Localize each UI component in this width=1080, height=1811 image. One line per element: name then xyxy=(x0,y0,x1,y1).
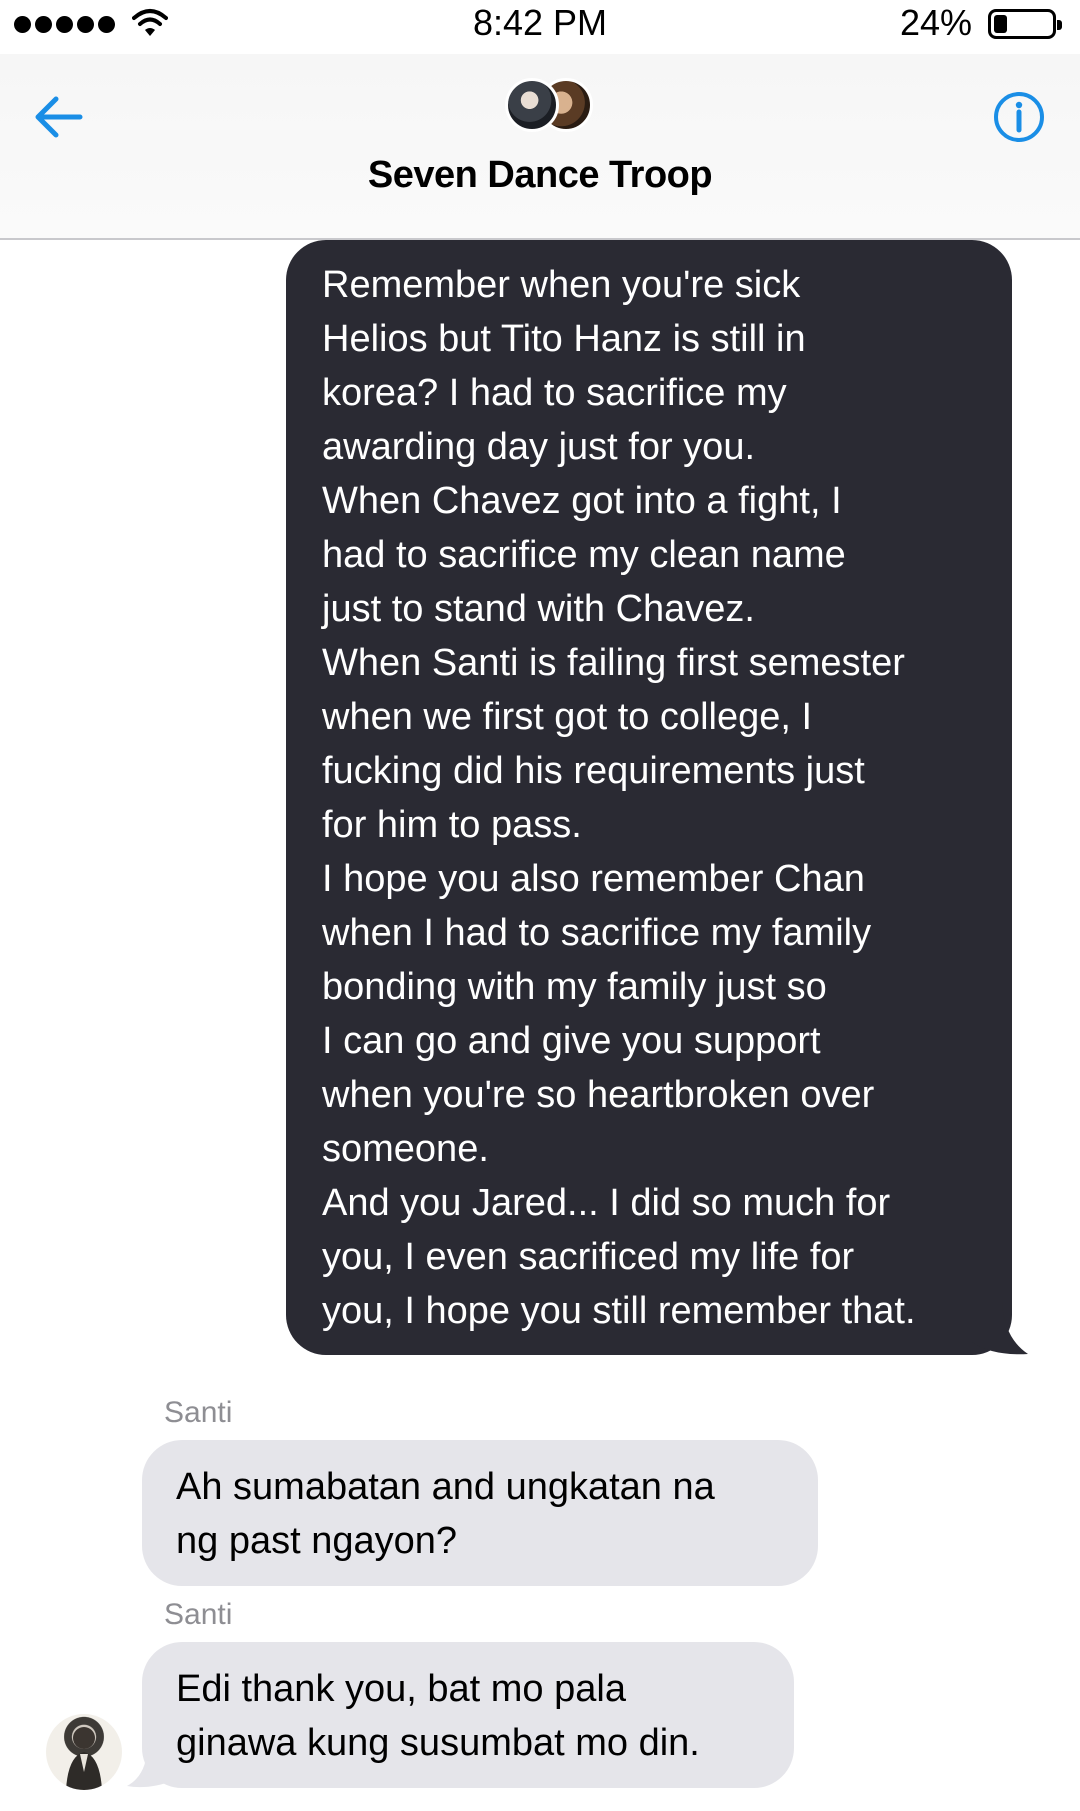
sender-name: Santi xyxy=(164,1396,233,1429)
info-icon[interactable] xyxy=(992,90,1046,144)
message-line: awarding day just for you. xyxy=(322,426,756,468)
member-avatar xyxy=(505,78,559,132)
message-line: when you're so heartbroken over xyxy=(322,1074,875,1116)
message-line: Ah sumabatan and ungkatan na xyxy=(176,1466,715,1508)
message-line: when we first got to college, I xyxy=(322,696,813,738)
outgoing-bubble-tail xyxy=(972,1302,1028,1355)
message-line: for him to pass. xyxy=(322,804,582,846)
group-title[interactable]: Seven Dance Troop xyxy=(0,154,1080,197)
incoming-message-bubble[interactable]: Edi thank you, bat mo pala ginawa kung s… xyxy=(142,1642,794,1788)
battery-icon xyxy=(988,9,1062,39)
incoming-message-bubble[interactable]: Ah sumabatan and ungkatan na ng past nga… xyxy=(142,1440,818,1586)
message-line: Remember when you're sick xyxy=(322,264,801,306)
message-line: When Chavez got into a fight, I xyxy=(322,480,842,522)
group-avatars[interactable] xyxy=(505,78,595,138)
battery-percentage: 24% xyxy=(899,2,972,43)
message-line: just to stand with Chavez. xyxy=(322,588,755,630)
status-bar: 8:42 PM 24% xyxy=(0,0,1080,54)
message-line: I can go and give you support xyxy=(322,1020,821,1062)
message-line: fucking did his requirements just xyxy=(322,750,865,792)
message-line: you, I even sacrificed my life for xyxy=(322,1236,855,1278)
battery-fill xyxy=(994,15,1007,33)
message-line: When Santi is failing first semester xyxy=(322,642,905,684)
back-arrow-icon[interactable] xyxy=(30,92,90,142)
sender-name: Santi xyxy=(164,1598,233,1631)
outgoing-message-bubble[interactable]: Remember when you're sick Helios but Tit… xyxy=(286,240,1012,1355)
message-line: I hope you also remember Chan xyxy=(322,858,865,900)
message-line: ginawa kung susumbat mo din. xyxy=(176,1722,700,1764)
message-line: had to sacrifice my clean name xyxy=(322,534,846,576)
incoming-bubble-tail xyxy=(127,1740,175,1788)
contact-avatar[interactable] xyxy=(46,1714,122,1790)
message-line: you, I hope you still remember that. xyxy=(322,1290,916,1332)
message-line: korea? I had to sacrifice my xyxy=(322,372,787,414)
person-silhouette-icon xyxy=(66,1727,102,1790)
message-line: ng past ngayon? xyxy=(176,1520,458,1562)
message-line: Edi thank you, bat mo pala xyxy=(176,1668,626,1710)
message-line: bonding with my family just so xyxy=(322,966,827,1008)
message-line: when I had to sacrifice my family xyxy=(322,912,872,954)
message-line: Helios but Tito Hanz is still in xyxy=(322,318,806,360)
message-line: And you Jared... I did so much for xyxy=(322,1182,891,1224)
message-line: someone. xyxy=(322,1128,489,1170)
conversation-header: Seven Dance Troop xyxy=(0,54,1080,240)
